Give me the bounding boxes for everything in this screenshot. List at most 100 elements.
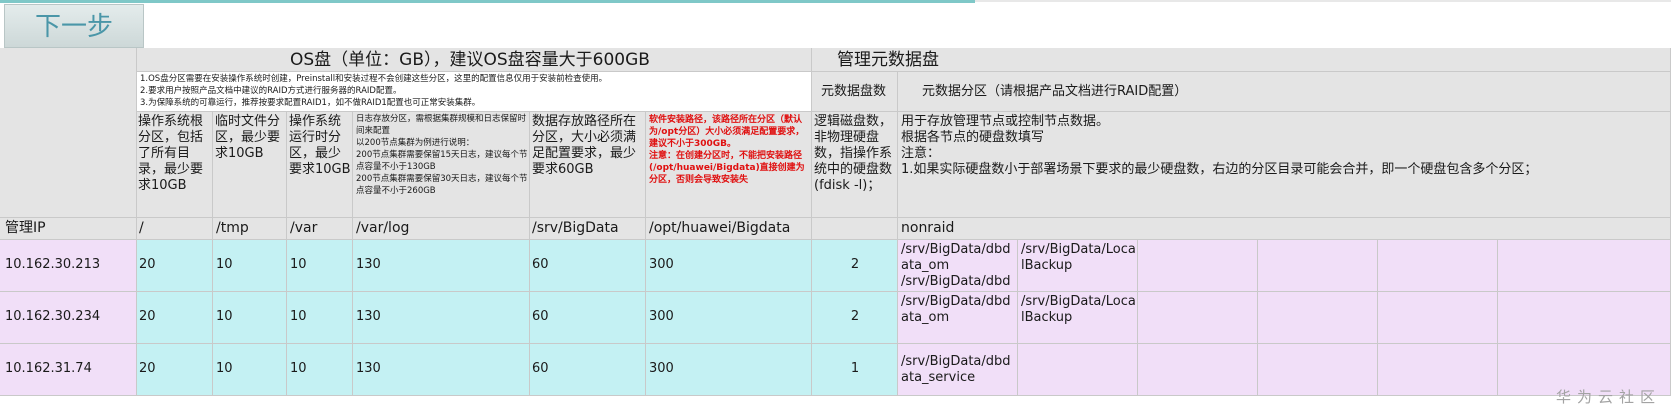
meta-count-value: 1 (850, 361, 860, 376)
table-row-3-part2[interactable] (1018, 344, 1138, 396)
meta-count-desc-cell: 逻辑磁盘数，非物理硬盘数，指操作系统中的硬盘数(fdisk -l)； (812, 112, 898, 218)
os-disk-notes-cell: 1.OS盘分区需要在安装操作系统时创建，Preinstall和安装过程不会创建这… (137, 72, 812, 112)
table-row-2-part4[interactable] (1258, 292, 1378, 344)
meta-count-value: 2 (850, 257, 860, 272)
root-desc-cell: 操作系统根分区，包括了所有目录，最少要求10GB (137, 112, 213, 218)
table-row-1-meta-count[interactable]: 2 (812, 240, 898, 292)
table-row-3-meta-count[interactable]: 1 (812, 344, 898, 396)
table-row-1-part4[interactable] (1258, 240, 1378, 292)
tmp-desc: 临时文件分区，最少要求10GB (215, 114, 281, 161)
table-row-2-huawei[interactable]: 300 (646, 292, 812, 344)
table-row-3-huawei[interactable]: 300 (646, 344, 812, 396)
tmp-value: 10 (216, 361, 233, 376)
col-header-nonraid: nonraid (898, 218, 1671, 240)
meta-disk-title: 管理元数据盘 (837, 50, 939, 70)
table-row-2-srv[interactable]: 60 (530, 292, 646, 344)
col-header-var: /var (287, 218, 353, 240)
table-row-1-root[interactable]: 20 (137, 240, 213, 292)
huawei-value: 300 (649, 257, 674, 272)
table-row-1-var[interactable]: 10 (287, 240, 353, 292)
table-row-2-var[interactable]: 10 (287, 292, 353, 344)
root-value: 20 (139, 257, 156, 272)
table-row-3-srv[interactable]: 60 (530, 344, 646, 396)
table-row-1-ip[interactable]: 10.162.30.213 (0, 240, 137, 292)
table-row-1-part6[interactable] (1498, 240, 1671, 292)
table-row-2-part2[interactable]: /srv/BigData/LocalBackup (1018, 292, 1138, 344)
huawei-value: 300 (649, 361, 674, 376)
table-row-3-part1[interactable]: /srv/BigData/dbdata_service (898, 344, 1018, 396)
col-header-srv-text: /srv/BigData (532, 220, 619, 236)
meta-disk-title-cell: 管理元数据盘 (812, 48, 1671, 72)
table-row-2-root[interactable]: 20 (137, 292, 213, 344)
srv-desc: 数据存放路径所在分区，大小必须满足配置要求，最少要求60GB (532, 114, 637, 177)
table-row-1-part5[interactable] (1378, 240, 1498, 292)
table-row-1-srv[interactable]: 60 (530, 240, 646, 292)
huawei-desc-cell: 软件安装路径，该路径所在分区（默认为/opt分区）大小必须满足配置要求，建议不小… (646, 112, 812, 218)
table-row-2-meta-count[interactable]: 2 (812, 292, 898, 344)
col-header-srv: /srv/BigData (530, 218, 646, 240)
srv-value: 60 (532, 361, 549, 376)
table-row-2-part3[interactable] (1138, 292, 1258, 344)
meta-partition-desc: 用于存放管理节点或控制节点数据。 根据各节点的硬盘数填写 注意： 1.如果实际硬… (901, 114, 1538, 177)
table-row-2-tmp[interactable]: 10 (213, 292, 287, 344)
table-row-3-log[interactable]: 130 (353, 344, 530, 396)
log-value: 130 (356, 257, 381, 272)
table-row-1-part3[interactable] (1138, 240, 1258, 292)
col-header-var-text: /var (290, 220, 318, 236)
part1-value: /srv/BigData/dbdata_om /srv/BigData/dbd (901, 242, 1011, 289)
srv-value: 60 (532, 257, 549, 272)
table-row-3-var[interactable]: 10 (287, 344, 353, 396)
table-row-3-ip[interactable]: 10.162.31.74 (0, 344, 137, 396)
col-header-tmp: /tmp (213, 218, 287, 240)
huawei-desc: 软件安装路径，该路径所在分区（默认为/opt分区）大小必须满足配置要求，建议不小… (649, 115, 805, 185)
meta-count-header-cell: 元数据盘数 (812, 72, 898, 112)
next-step-button[interactable]: 下一步 (4, 4, 144, 48)
community-watermark: 华为云社区 (1555, 388, 1661, 406)
table-row-3-part5[interactable] (1378, 344, 1498, 396)
ip-header-spacer (0, 48, 137, 218)
table-row-3-tmp[interactable]: 10 (213, 344, 287, 396)
tmp-value: 10 (216, 309, 233, 324)
table-row-2-part6[interactable] (1498, 292, 1671, 344)
table-row-1-tmp[interactable]: 10 (213, 240, 287, 292)
ip-value: 10.162.31.74 (5, 361, 92, 376)
table-row-1-part1[interactable]: /srv/BigData/dbdata_om /srv/BigData/dbd (898, 240, 1018, 292)
os-disk-title-cell: OS盘（单位：GB），建议OS盘容量大于600GB (137, 48, 812, 72)
var-value: 10 (290, 257, 307, 272)
os-disk-notes: 1.OS盘分区需要在安装操作系统时创建，Preinstall和安装过程不会创建这… (140, 74, 608, 108)
col-header-tmp-text: /tmp (216, 220, 249, 236)
srv-desc-cell: 数据存放路径所在分区，大小必须满足配置要求，最少要求60GB (530, 112, 646, 218)
col-header-log: /var/log (353, 218, 530, 240)
col-header-ip: 管理IP (0, 218, 137, 240)
var-value: 10 (290, 309, 307, 324)
table-row-2-part5[interactable] (1378, 292, 1498, 344)
ip-value: 10.162.30.213 (5, 257, 101, 272)
meta-partition-desc-cell: 用于存放管理节点或控制节点数据。 根据各节点的硬盘数填写 注意： 1.如果实际硬… (898, 112, 1671, 218)
col-header-ip-text: 管理IP (5, 220, 46, 236)
var-value: 10 (290, 361, 307, 376)
col-header-log-text: /var/log (356, 220, 410, 236)
col-header-root: / (137, 218, 213, 240)
table-row-2-ip[interactable]: 10.162.30.234 (0, 292, 137, 344)
meta-count-header: 元数据盘数 (821, 84, 887, 99)
table-row-2-part1[interactable]: /srv/BigData/dbdata_om (898, 292, 1018, 344)
table-row-1-log[interactable]: 130 (353, 240, 530, 292)
disk-config-sheet: OS盘（单位：GB），建议OS盘容量大于600GB 管理元数据盘 1.OS盘分区… (0, 48, 1671, 420)
tmp-value: 10 (216, 257, 233, 272)
table-row-3-root[interactable]: 20 (137, 344, 213, 396)
part2-value: /srv/BigData/LocalBackup (1021, 294, 1136, 325)
meta-count-desc: 逻辑磁盘数，非物理硬盘数，指操作系统中的硬盘数(fdisk -l)； (814, 114, 893, 193)
part1-value: /srv/BigData/dbdata_om (901, 294, 1011, 325)
table-row-2-log[interactable]: 130 (353, 292, 530, 344)
part2-value: /srv/BigData/LocalBackup (1021, 242, 1136, 273)
log-value: 130 (356, 309, 381, 324)
progress-accent-bar (0, 0, 975, 3)
table-row-3-part3[interactable] (1138, 344, 1258, 396)
meta-partition-header-cell: 元数据分区（请根据产品文档进行RAID配置） (898, 72, 1671, 112)
table-row-1-part2[interactable]: /srv/BigData/LocalBackup (1018, 240, 1138, 292)
col-header-huawei-text: /opt/huawei/Bigdata (649, 220, 791, 236)
table-row-1-huawei[interactable]: 300 (646, 240, 812, 292)
table-row-3-part4[interactable] (1258, 344, 1378, 396)
log-desc: 日志存放分区，需根据集群规模和日志保留时间来配置 以200节点集群为例进行说明：… (356, 114, 528, 196)
col-header-huawei: /opt/huawei/Bigdata (646, 218, 812, 240)
